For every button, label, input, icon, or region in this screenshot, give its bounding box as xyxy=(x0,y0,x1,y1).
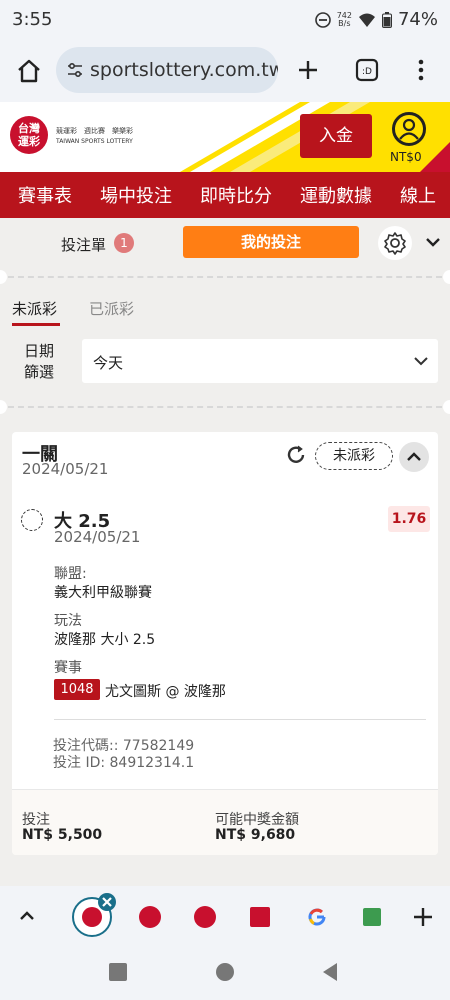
betslip-count-badge: 1 xyxy=(114,233,134,253)
svg-text::D: :D xyxy=(362,67,372,77)
divider-notch-right xyxy=(443,400,450,414)
potential-payout-label: 可能中獎金額 xyxy=(215,812,299,828)
app-favicon-icon[interactable] xyxy=(363,908,381,926)
odds-badge: 1.76 xyxy=(388,506,430,532)
nav-item-schedule[interactable]: 賽事表 xyxy=(18,182,72,208)
add-tab-icon[interactable] xyxy=(412,906,434,928)
gear-icon xyxy=(384,232,406,255)
date-filter-label-line2: 篩選 xyxy=(24,363,55,381)
wifi-icon xyxy=(358,13,375,27)
bet-id: 投注 ID: 84912314.1 xyxy=(53,755,195,771)
date-filter-value: 今天 xyxy=(93,354,124,372)
tab-settled[interactable]: 已派彩 xyxy=(89,298,134,319)
url-bar[interactable]: sportslottery.com.tw xyxy=(56,47,278,93)
home-button-icon[interactable] xyxy=(216,963,234,981)
selection-date: 2024/05/21 xyxy=(54,528,141,546)
divider-notch-right xyxy=(443,270,450,284)
nav-item-online[interactable]: 線上 xyxy=(400,182,436,208)
nav-item-live-betting[interactable]: 場中投注 xyxy=(100,182,172,208)
nav-item-live-scores[interactable]: 即時比分 xyxy=(200,182,272,208)
collapse-button[interactable] xyxy=(399,442,429,472)
recents-icon[interactable] xyxy=(109,963,127,981)
browser-menu-icon[interactable] xyxy=(416,58,426,82)
potential-payout-value: NT$ 9,680 xyxy=(215,827,296,843)
tab-switcher-icon[interactable]: :D xyxy=(355,58,379,82)
chevron-down-icon[interactable] xyxy=(425,236,441,248)
close-tab-button[interactable] xyxy=(98,893,116,911)
site-logo[interactable]: 台灣 運彩 xyxy=(10,116,48,154)
url-text: sportslottery.com.tw xyxy=(90,59,278,81)
battery-icon xyxy=(381,11,392,28)
google-icon[interactable] xyxy=(306,906,328,928)
main-nav: 賽事表 場中投注 即時比分 運動數據 線上 xyxy=(0,172,450,218)
my-bets-button[interactable]: 我的投注 xyxy=(183,226,359,258)
logo-english: TAIWAN SPORTS LOTTERY xyxy=(56,138,133,145)
browser-tab-strip xyxy=(0,886,450,946)
stake-value: NT$ 5,500 xyxy=(22,827,103,843)
expand-tabs-chevron-up-icon[interactable] xyxy=(18,908,36,922)
news-favicon-icon[interactable] xyxy=(250,907,270,927)
site-settings-icon[interactable] xyxy=(66,61,84,79)
betslip-tab[interactable]: 投注單 xyxy=(61,234,106,255)
status-icons: 742 B/s 74% xyxy=(314,9,438,30)
chevron-up-icon xyxy=(407,452,421,461)
refresh-icon[interactable] xyxy=(285,444,307,466)
card-divider xyxy=(54,719,426,720)
battery-percent: 74% xyxy=(397,9,438,30)
speed-unit: B/s xyxy=(338,18,351,28)
date-filter-label-line1: 日期 xyxy=(24,342,55,360)
back-icon[interactable] xyxy=(321,962,339,982)
home-icon[interactable] xyxy=(16,58,42,84)
deposit-button[interactable]: 入金 xyxy=(300,114,372,158)
settings-button[interactable] xyxy=(378,226,412,260)
account-balance: NT$0 xyxy=(390,150,422,164)
site-header: 台灣 運彩 競運彩 週比賽 樂樂彩 TAIWAN SPORTS LOTTERY xyxy=(0,102,450,172)
league-value: 義大利甲級聯賽 xyxy=(54,585,152,601)
stake-label: 投注 xyxy=(22,812,50,828)
tab-favicon-icon[interactable] xyxy=(194,906,216,928)
active-tab-indicator xyxy=(12,323,60,326)
nav-item-sports-data[interactable]: 運動數據 xyxy=(300,182,372,208)
status-time: 3:55 xyxy=(12,9,53,30)
select-chevron-down-icon xyxy=(414,357,428,366)
dnd-icon xyxy=(314,11,331,28)
tab-unsettled[interactable]: 未派彩 xyxy=(12,298,57,319)
new-tab-icon[interactable] xyxy=(297,59,319,81)
event-label: 賽事 xyxy=(54,660,82,676)
logo-text: 台灣 運彩 xyxy=(18,122,40,148)
match-name: 尤文圖斯 @ 波隆那 xyxy=(105,684,226,700)
user-account-icon[interactable] xyxy=(392,112,426,146)
selection-status-icon xyxy=(21,509,43,531)
market-value: 波隆那 大小 2.5 xyxy=(54,632,156,648)
date-filter-label: 日期 篩選 xyxy=(24,341,54,383)
bet-status-badge: 未派彩 xyxy=(315,442,393,470)
network-speed: 742 B/s xyxy=(337,11,352,28)
logo-tagline: 競運彩 週比賽 樂樂彩 xyxy=(56,127,133,135)
header-stripe-decoration xyxy=(180,102,450,172)
date-filter-select[interactable] xyxy=(82,339,438,383)
match-number-badge: 1048 xyxy=(54,679,100,700)
bet-date: 2024/05/21 xyxy=(22,460,109,478)
close-icon xyxy=(102,897,112,907)
tab-favicon-icon[interactable] xyxy=(139,906,161,928)
market-label: 玩法 xyxy=(54,613,82,629)
divider xyxy=(8,276,442,278)
divider xyxy=(8,406,442,408)
league-label: 聯盟: xyxy=(54,566,87,582)
